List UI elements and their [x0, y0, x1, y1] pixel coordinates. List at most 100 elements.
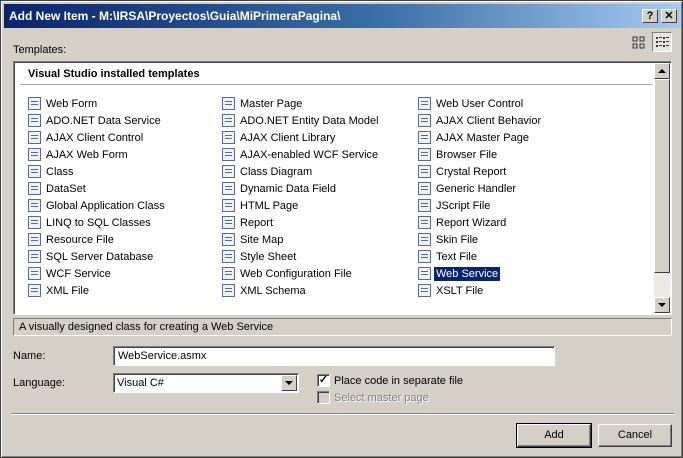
template-item[interactable]: Class Diagram — [222, 163, 381, 180]
template-item[interactable]: ADO.NET Data Service — [28, 112, 167, 129]
scroll-up-button[interactable] — [654, 63, 670, 79]
template-item[interactable]: Site Map — [222, 231, 381, 248]
name-input[interactable] — [113, 346, 555, 366]
arrow-up-icon — [658, 69, 666, 73]
template-item[interactable]: AJAX-enabled WCF Service — [222, 146, 381, 163]
title-bar[interactable]: Add New Item - M:\IRSA\Proyectos\Guia\Mi… — [4, 4, 681, 28]
template-item[interactable]: Browser File — [418, 146, 543, 163]
ajax-wcf-icon — [222, 148, 235, 161]
template-item-label: Browser File — [436, 148, 498, 161]
template-item[interactable]: XSLT File — [418, 282, 543, 299]
language-dropdown-button[interactable] — [281, 375, 297, 391]
template-item[interactable]: Text File — [418, 248, 543, 265]
template-item[interactable]: Class — [28, 163, 167, 180]
group-divider — [20, 84, 652, 85]
scroll-down-button[interactable] — [654, 297, 670, 313]
add-button[interactable]: Add — [516, 423, 592, 448]
template-item[interactable]: AJAX Client Library — [222, 129, 381, 146]
template-item-label: AJAX Client Library — [240, 131, 336, 144]
dataset-icon — [28, 182, 41, 195]
template-item[interactable]: XML Schema — [222, 282, 381, 299]
template-item[interactable]: Report Wizard — [418, 214, 543, 231]
template-item[interactable]: LINQ to SQL Classes — [28, 214, 167, 231]
template-item[interactable]: Dynamic Data Field — [222, 180, 381, 197]
template-item-label: HTML Page — [240, 199, 299, 212]
template-item-label: XML File — [46, 284, 89, 297]
master-page-checkbox[interactable] — [317, 391, 330, 404]
data-service-icon — [28, 114, 41, 127]
template-item-label: AJAX Master Page — [436, 131, 529, 144]
template-item-label: Master Page — [240, 97, 303, 110]
template-item-label: Class — [46, 165, 74, 178]
template-item[interactable]: DataSet — [28, 180, 167, 197]
template-item[interactable]: AJAX Client Control — [28, 129, 167, 146]
template-item[interactable]: SQL Server Database — [28, 248, 167, 265]
template-item-label: Crystal Report — [436, 165, 507, 178]
template-item-label: Report Wizard — [436, 216, 507, 229]
dynamic-data-icon — [222, 182, 235, 195]
template-item[interactable]: Crystal Report — [418, 163, 543, 180]
template-item-label: Skin File — [436, 233, 479, 246]
small-icons-view-button[interactable] — [652, 32, 672, 52]
template-item[interactable]: Resource File — [28, 231, 167, 248]
master-page-label: Select master page — [334, 392, 429, 404]
linq-icon — [28, 216, 41, 229]
template-item[interactable]: XML File — [28, 282, 167, 299]
ajax-master-icon — [418, 131, 431, 144]
handler-icon — [418, 182, 431, 195]
template-item[interactable]: AJAX Master Page — [418, 129, 543, 146]
template-item-label: XML Schema — [240, 284, 306, 297]
arrow-down-icon — [658, 303, 666, 307]
template-item[interactable]: Master Page — [222, 95, 381, 112]
template-item[interactable]: Global Application Class — [28, 197, 167, 214]
template-item[interactable]: Style Sheet — [222, 248, 381, 265]
close-button[interactable]: ✕ — [661, 9, 677, 23]
chevron-down-icon — [285, 381, 293, 385]
template-item[interactable]: Report — [222, 214, 381, 231]
template-item[interactable]: JScript File — [418, 197, 543, 214]
name-label: Name: — [13, 350, 46, 362]
template-item[interactable]: Generic Handler — [418, 180, 543, 197]
template-item-label: Dynamic Data Field — [240, 182, 336, 195]
template-item[interactable]: AJAX Web Form — [28, 146, 167, 163]
template-item[interactable]: ADO.NET Entity Data Model — [222, 112, 381, 129]
skin-file-icon — [418, 233, 431, 246]
template-item[interactable]: Web Form — [28, 95, 167, 112]
template-item-label: Web Configuration File — [240, 267, 352, 280]
template-item-label: AJAX Client Control — [46, 131, 144, 144]
template-item[interactable]: Web Configuration File — [222, 265, 381, 282]
report-wizard-icon — [418, 216, 431, 229]
template-item[interactable]: Skin File — [418, 231, 543, 248]
template-item-label: Resource File — [46, 233, 114, 246]
template-item[interactable]: WCF Service — [28, 265, 167, 282]
cancel-button[interactable]: Cancel — [598, 424, 672, 447]
scroll-thumb[interactable] — [654, 79, 670, 273]
large-icons-icon — [632, 36, 645, 49]
separate-code-checkbox[interactable]: ✓ — [317, 374, 330, 387]
template-item-label: JScript File — [436, 199, 491, 212]
template-item[interactable]: Web Service — [418, 265, 543, 282]
template-item-label: LINQ to SQL Classes — [46, 216, 151, 229]
large-icons-view-button[interactable] — [629, 33, 649, 53]
template-item-label: Web Service — [434, 266, 501, 281]
template-item-label: Global Application Class — [46, 199, 165, 212]
template-item-label: Report — [240, 216, 274, 229]
class-diagram-icon — [222, 165, 235, 178]
template-item[interactable]: Web User Control — [418, 95, 543, 112]
vertical-scrollbar[interactable] — [654, 63, 670, 313]
templates-list[interactable]: Visual Studio installed templates Web Fo… — [13, 61, 672, 315]
help-button[interactable]: ? — [642, 9, 658, 23]
web-form-icon — [28, 97, 41, 110]
language-select[interactable]: Visual C# — [113, 373, 299, 393]
web-service-icon — [418, 267, 431, 280]
template-item[interactable]: AJAX Client Behavior — [418, 112, 543, 129]
template-item-label: AJAX Web Form — [46, 148, 128, 161]
template-item-label: Text File — [436, 250, 477, 263]
template-item[interactable]: HTML Page — [222, 197, 381, 214]
html-page-icon — [222, 199, 235, 212]
xslt-icon — [418, 284, 431, 297]
template-item-label: Web Form — [46, 97, 98, 110]
template-item-label: Web User Control — [436, 97, 524, 110]
global-class-icon — [28, 199, 41, 212]
template-item-label: ADO.NET Entity Data Model — [240, 114, 379, 127]
